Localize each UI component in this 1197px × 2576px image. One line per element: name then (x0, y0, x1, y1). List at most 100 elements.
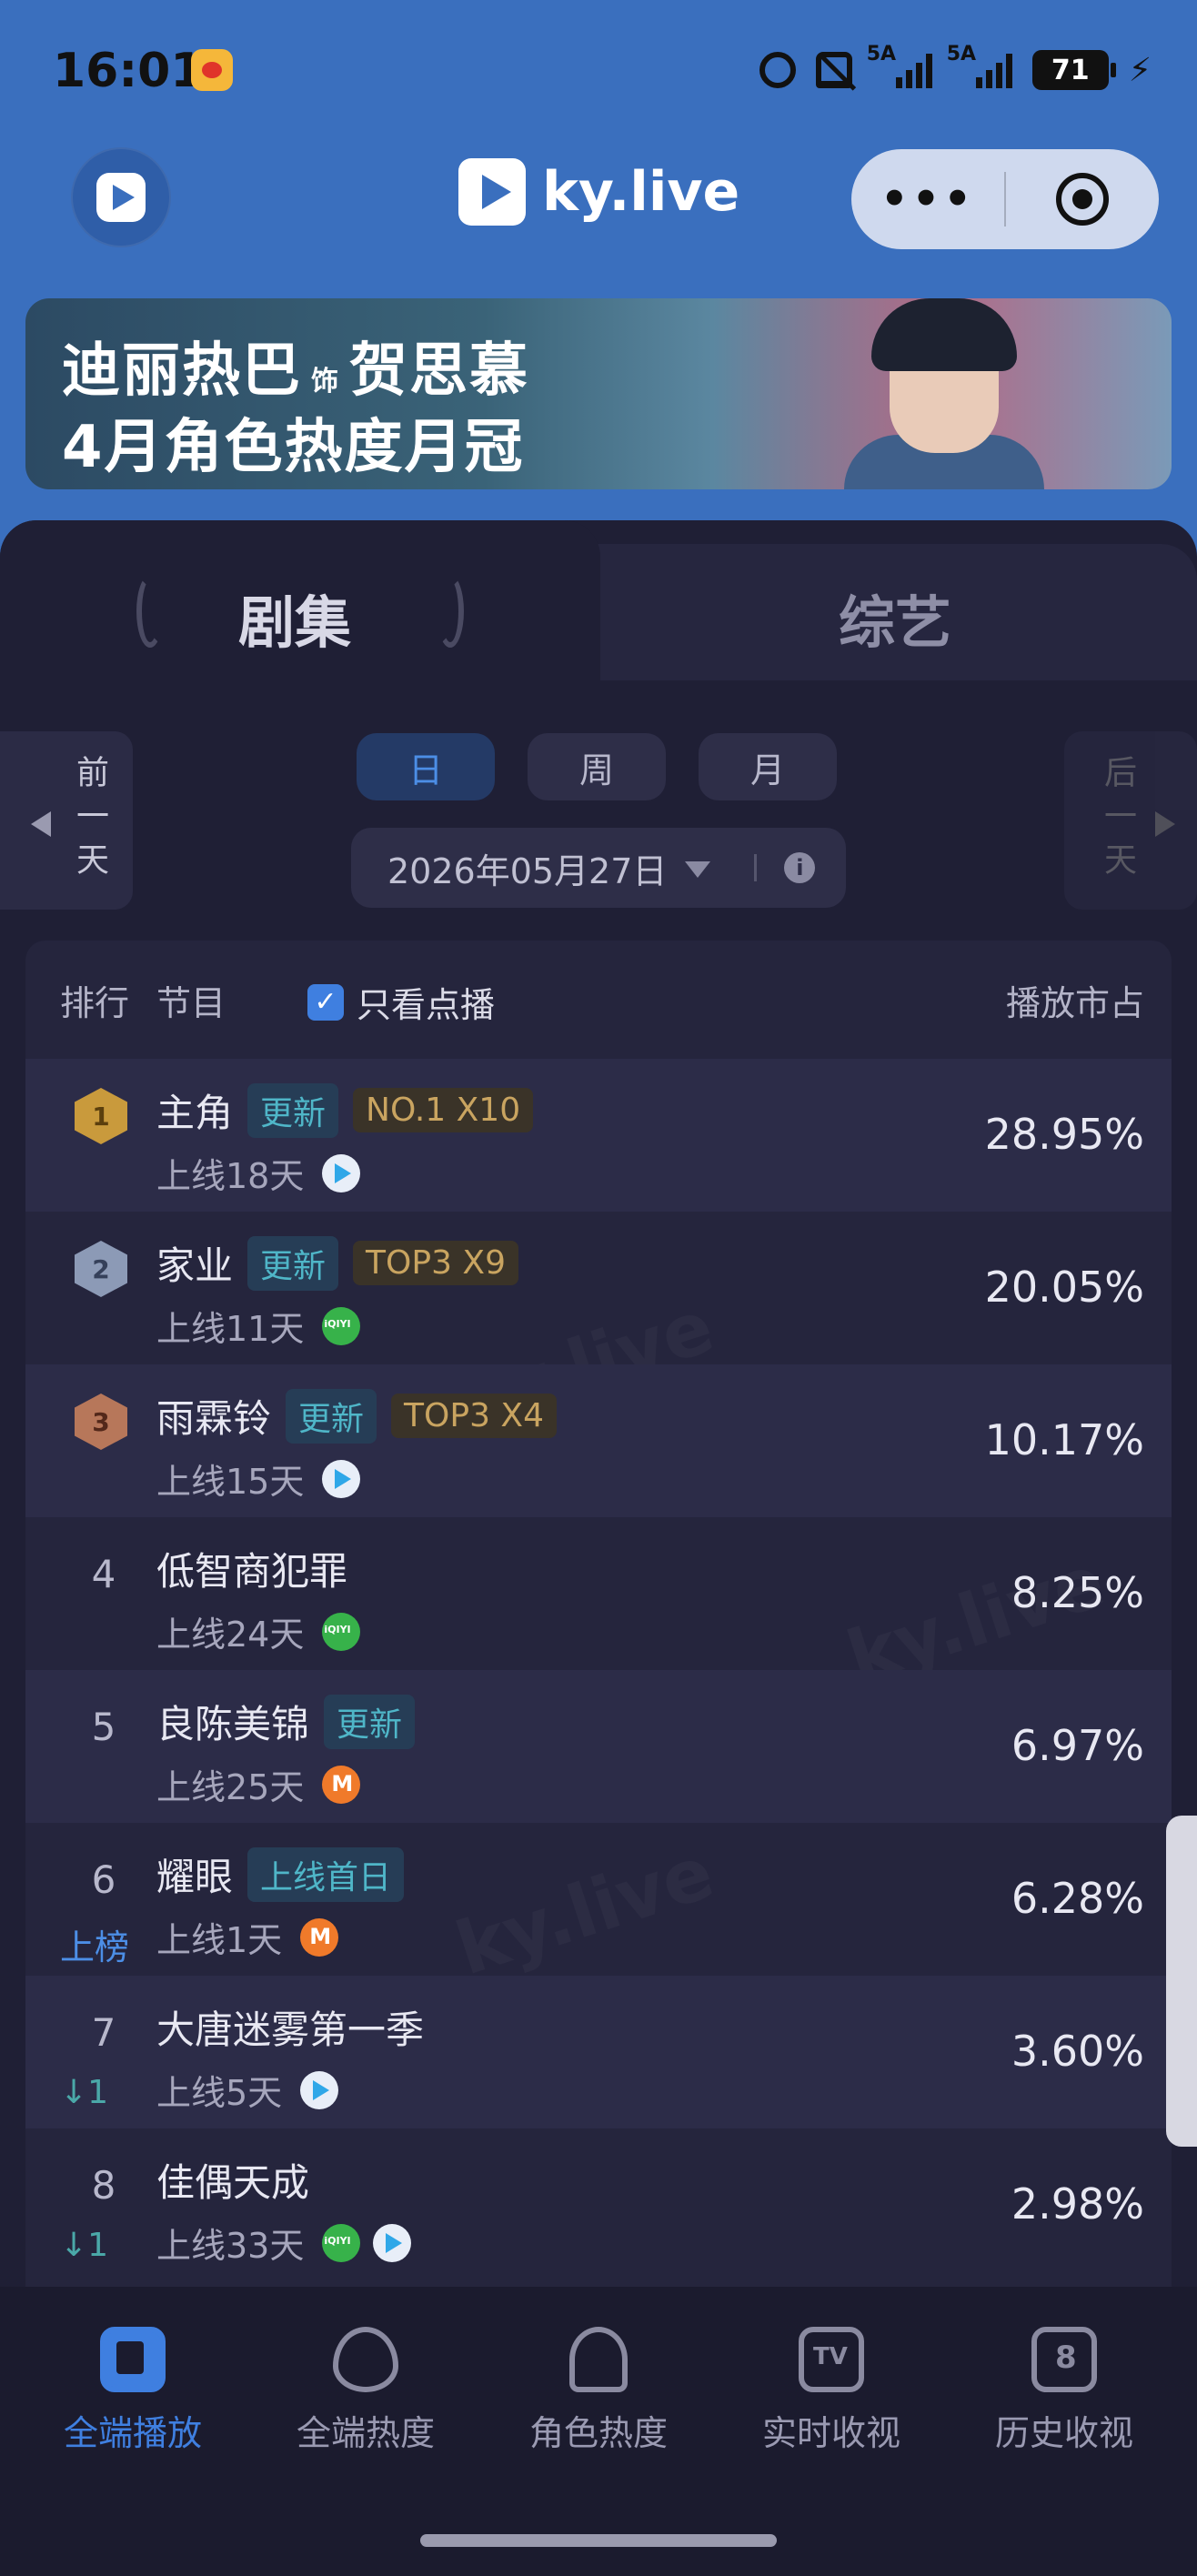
brand: ky.live (458, 158, 739, 226)
days-online: 上线25天 (156, 1767, 305, 1807)
nav-realtime-ratings[interactable]: 实时收视 (722, 2327, 940, 2455)
nav-label: 全端热度 (296, 2413, 435, 2453)
home-indicator[interactable] (420, 2534, 777, 2547)
table-row[interactable]: 5 良陈美锦 更新 上线25天 6.97% (25, 1670, 1172, 1823)
rank-number: 6 (91, 1857, 116, 1902)
show-title: 大唐迷雾第一季 (156, 2007, 425, 2052)
table-row[interactable]: 2 家业 更新 TOP3 X9 上线11天 20.05% (25, 1212, 1172, 1364)
laurel-left-icon (136, 575, 164, 648)
miniapp-capsule: ••• (851, 149, 1159, 249)
nav-history-ratings[interactable]: 历史收视 (955, 2327, 1173, 2455)
nav-label: 全端播放 (63, 2413, 202, 2453)
person-icon (569, 2327, 628, 2392)
tab-drama[interactable]: 剧集 (238, 577, 351, 659)
more-menu-button[interactable]: ••• (851, 174, 1004, 225)
scrollbar-thumb[interactable] (1166, 1816, 1197, 2147)
laurel-right-icon (437, 575, 464, 648)
status-time: 16:01 (53, 44, 204, 98)
days-online: 上线18天 (156, 1156, 305, 1196)
table-row[interactable]: 3 雨霖铃 更新 TOP3 X4 上线15天 10.17% (25, 1364, 1172, 1517)
banner-actress-image (844, 298, 1044, 489)
days-online: 上线15天 (156, 1462, 305, 1502)
market-share: 20.05% (984, 1263, 1144, 1312)
show-days-row: 上线24天 (156, 1606, 361, 1656)
nav-role-heat[interactable]: 角色热度 (489, 2327, 708, 2455)
home-logo-button[interactable] (71, 147, 171, 247)
market-share: 6.97% (1011, 1721, 1144, 1770)
banner-actor: 迪丽热巴 (62, 337, 302, 405)
show-days-row: 上线1天 (156, 1912, 339, 1962)
table-row[interactable]: 1 主角 更新 NO.1 X10 上线18天 28.95% (25, 1059, 1172, 1212)
checkbox-checked-icon[interactable]: ✓ (307, 983, 344, 1021)
header-rank: 排行 (60, 983, 130, 1023)
prev-day-button[interactable]: 前一天 (0, 731, 133, 910)
show-title-row: 佳偶天成 (156, 2152, 309, 2208)
rank-number: 8 (91, 2163, 116, 2208)
market-share: 28.95% (984, 1110, 1144, 1159)
alarm-icon (759, 52, 796, 88)
market-share: 10.17% (984, 1415, 1144, 1464)
ranking-table: ky.live ky.live ky.live 排行 节目 ✓ 只看点播 播放市… (25, 941, 1172, 2360)
next-day-button[interactable]: 后一天 (1064, 731, 1197, 910)
signal-icon: 5A (867, 43, 932, 88)
market-share: 6.28% (1011, 1874, 1144, 1923)
rank-number: 4 (91, 1552, 116, 1596)
play-stats-icon (100, 2327, 166, 2392)
show-title: 佳偶天成 (156, 2160, 310, 2205)
show-days-row: 上线33天 (156, 2218, 412, 2268)
app-header: ky.live ••• (0, 136, 1197, 264)
history-icon (1031, 2327, 1097, 2392)
update-badge: 更新 (247, 1235, 339, 1291)
silver-medal-icon: 2 (75, 1241, 127, 1297)
period-tab-week[interactable]: 周 (528, 733, 666, 800)
nav-all-platform-heat[interactable]: 全端热度 (256, 2327, 475, 2455)
rank-change: ↓1 (60, 2074, 109, 2111)
nav-all-platform-plays[interactable]: 全端播放 (24, 2327, 242, 2455)
iqiyi-icon (322, 1306, 361, 1345)
days-online: 上线1天 (156, 1920, 283, 1960)
iqiyi-icon (322, 2223, 361, 2262)
period-tab-month[interactable]: 月 (699, 733, 837, 800)
info-icon[interactable]: i (784, 852, 816, 883)
show-title-row: 主角 更新 NO.1 X10 (156, 1082, 534, 1138)
brand-logo-icon (458, 158, 526, 226)
status-indicators: 5A 5A 71 ⚡ (759, 43, 1152, 93)
target-icon (1056, 173, 1109, 226)
record-badge: TOP3 X4 (391, 1394, 557, 1438)
charging-icon: ⚡ (1128, 51, 1152, 89)
rank-number: 7 (91, 2010, 116, 2055)
table-row[interactable]: 7 ↓1 大唐迷雾第一季 上线5天 3.60% (25, 1976, 1172, 2128)
gold-medal-icon: 1 (75, 1088, 127, 1144)
table-row[interactable]: 8 ↓1 佳偶天成 上线33天 2.98% (25, 2128, 1172, 2281)
table-row[interactable]: 4 低智商犯罪 上线24天 8.25% (25, 1517, 1172, 1670)
signal-icon-2: 5A (947, 43, 1012, 88)
update-badge: 更新 (324, 1694, 416, 1749)
tencent-video-icon (373, 2223, 412, 2262)
tencent-video-icon (322, 1153, 361, 1192)
vod-only-filter[interactable]: ✓ 只看点播 (307, 977, 495, 1027)
bronze-medal-icon: 3 (75, 1394, 127, 1450)
period-tab-day[interactable]: 日 (357, 733, 495, 800)
show-title-row: 耀眼 上线首日 (156, 1846, 405, 1902)
rank-number: 5 (91, 1705, 116, 1749)
status-bar: 16:01 5A 5A 71 ⚡ (0, 0, 1197, 136)
bottom-nav: 全端播放 全端热度 角色热度 实时收视 历史收视 (0, 2287, 1197, 2576)
mango-tv-icon (300, 1917, 339, 1957)
header-show: 节目 (156, 983, 226, 1023)
table-row[interactable]: 6 上榜 耀眼 上线首日 上线1天 6.28% (25, 1823, 1172, 1976)
play-logo-icon (96, 173, 146, 222)
days-online: 上线5天 (156, 2073, 283, 2113)
days-online: 上线33天 (156, 2226, 305, 2266)
show-title-row: 家业 更新 TOP3 X9 (156, 1235, 518, 1291)
banner-as: 饰 (311, 366, 340, 397)
rank-change: ↓1 (60, 2227, 109, 2264)
iqiyi-icon (322, 1612, 361, 1651)
header-share[interactable]: 播放市占 (1006, 975, 1144, 1025)
show-title: 家业 (156, 1243, 234, 1288)
date-picker[interactable]: 2026年05月27日 i (351, 828, 846, 908)
weibo-notification-icon (191, 49, 233, 91)
promo-banner[interactable]: 迪丽热巴饰贺思慕 4月角色热度月冠 (25, 298, 1172, 489)
show-days-row: 上线5天 (156, 2065, 339, 2115)
close-miniapp-button[interactable] (1006, 173, 1159, 226)
tab-variety[interactable]: 综艺 (839, 577, 951, 659)
